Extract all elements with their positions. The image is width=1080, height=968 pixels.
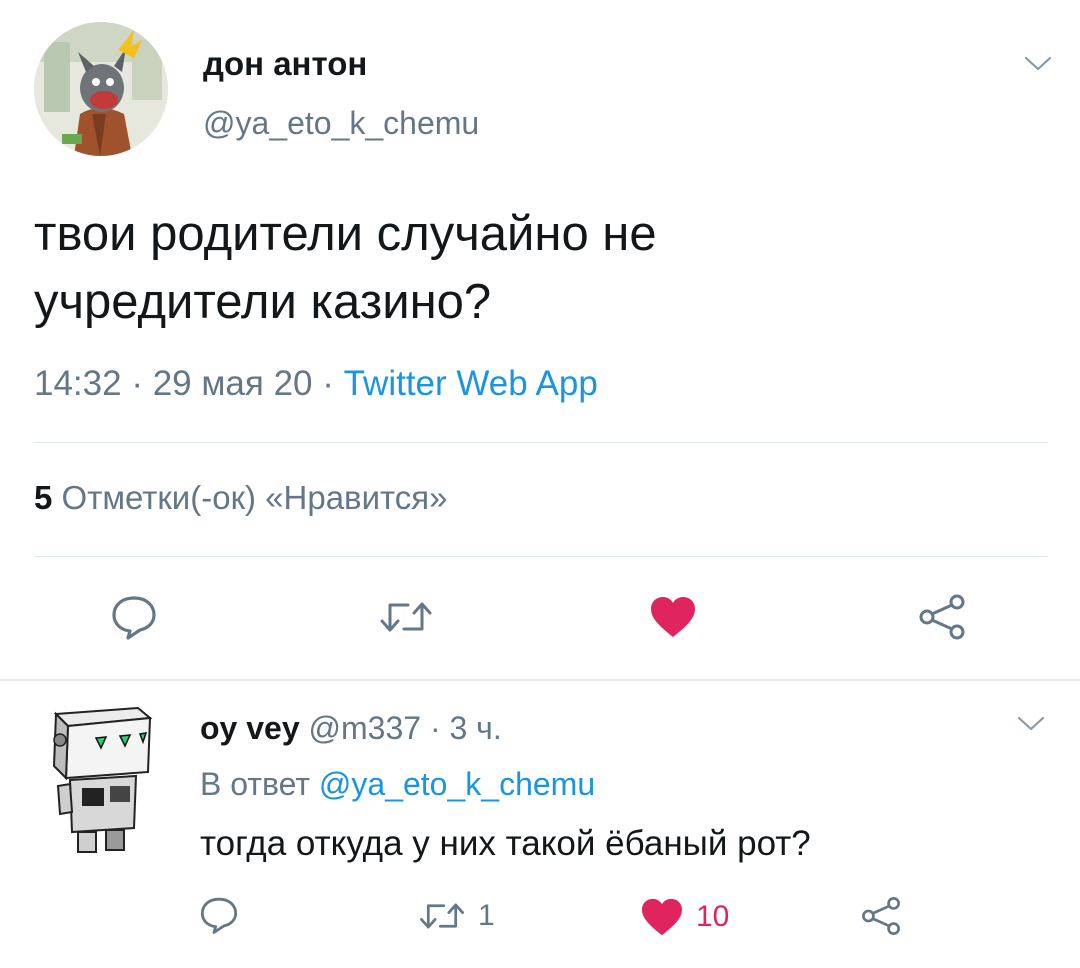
reply-button[interactable] [106,589,162,645]
reply-text: тогда откуда у них такой ёбаный рот? [200,824,811,863]
heart-filled-icon [651,597,695,637]
retweet-icon [380,602,432,632]
in-reply-prefix: В ответ [200,766,311,802]
author-name[interactable]: дон антон [203,45,367,83]
likes-label: Отметки(-ок) «Нравится» [61,479,448,516]
tweet-time[interactable]: 14:32 [34,364,122,403]
heart-filled-icon [642,898,682,936]
reply-author-name[interactable]: oy vey [200,710,300,746]
in-reply-handle-link[interactable]: @ya_eto_k_chemu [319,766,595,802]
reply-like-button[interactable]: 10 [640,897,729,937]
reply-retweet-button[interactable]: 1 [418,897,495,935]
like-count: 10 [696,900,730,933]
reply-icon [200,897,238,934]
likes-count: 5 [34,479,53,516]
wolf-cartoon-avatar-image [34,22,168,156]
tweet-meta: 14:32 · 29 мая 20 · Twitter Web App [34,364,598,404]
tweet-text-line: учредители казино? [34,275,492,329]
retweet-icon [420,903,464,929]
chevron-down-icon[interactable] [1024,56,1052,77]
meta-separator: · [421,710,450,746]
tweet-date[interactable]: 29 мая 20 [153,364,313,403]
robot-avatar-image [52,706,153,853]
in-reply-to: В ответ @ya_eto_k_chemu [200,766,595,803]
reply-author-handle[interactable]: @m337 [309,710,422,746]
meta-separator: · [121,364,153,403]
tweet-source-link[interactable]: Twitter Web App [344,364,598,403]
reply-time[interactable]: 3 ч. [449,710,501,746]
reply-share-button[interactable] [860,895,902,937]
share-button[interactable] [914,589,970,645]
reply-reply-button[interactable] [198,895,240,935]
reply-icon [112,596,156,640]
divider [34,442,1048,443]
author-handle[interactable]: @ya_eto_k_chemu [203,105,479,142]
likes-summary[interactable]: 5 Отметки(-ок) «Нравится» [34,479,448,517]
share-icon [862,897,900,935]
like-button[interactable] [645,589,701,645]
chevron-down-icon[interactable] [1017,716,1045,737]
retweet-count: 1 [478,899,495,932]
thread-divider [0,679,1080,681]
divider [34,556,1048,557]
share-icon [919,594,965,640]
meta-separator: · [312,364,344,403]
tweet-text: твои родители случайно не учредители каз… [34,200,1044,336]
tweet-text-line: твои родители случайно не [34,207,657,261]
reply-header: oy vey @m337 · 3 ч. [200,710,502,747]
author-avatar[interactable] [34,22,168,156]
reply-author-avatar[interactable] [40,700,160,860]
retweet-button[interactable] [378,589,434,645]
